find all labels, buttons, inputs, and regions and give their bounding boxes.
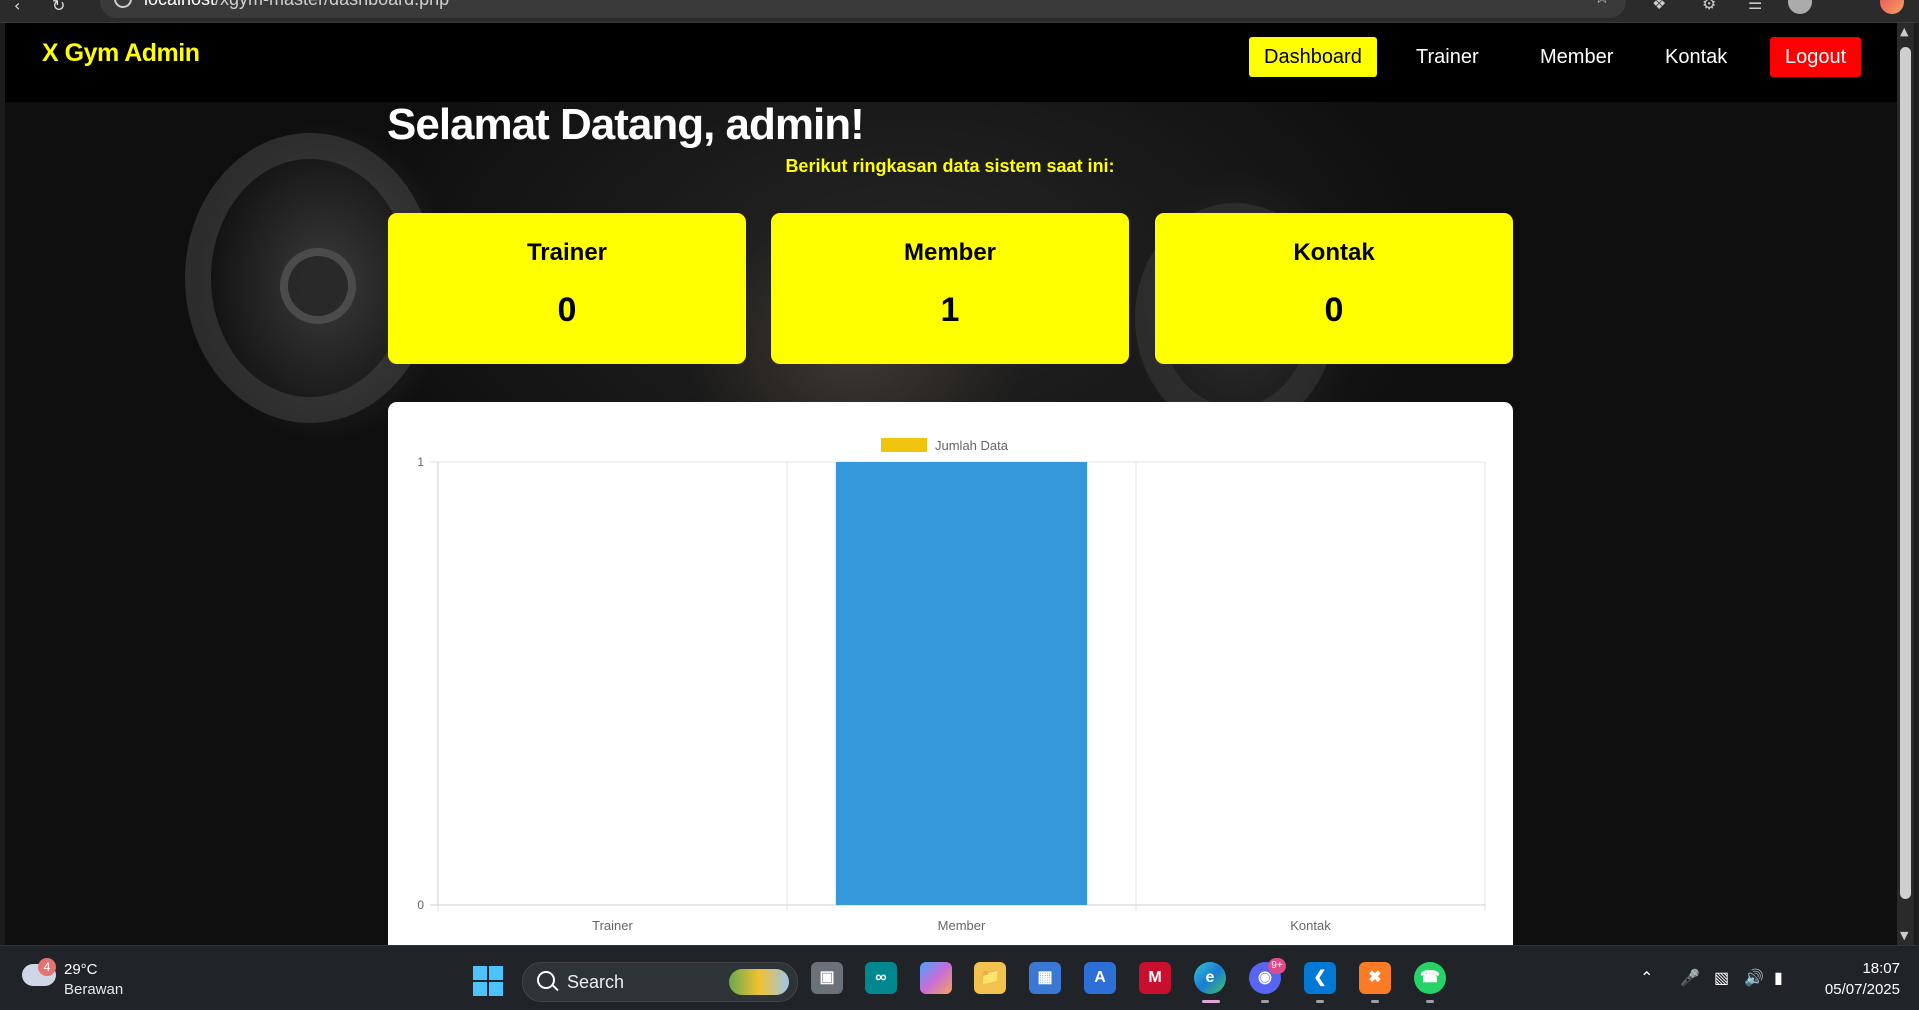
search-icon: [537, 971, 555, 989]
xampp-icon[interactable]: ✖: [1359, 962, 1391, 994]
top-navbar: X Gym Admin Dashboard Trainer Member Kon…: [5, 23, 1897, 102]
weather-desc[interactable]: Berawan: [64, 981, 123, 998]
y-tick-label: 1: [417, 455, 424, 469]
vscode-icon[interactable]: ❮: [1304, 962, 1336, 994]
edge-active-indicator: [1202, 1000, 1220, 1003]
search-highlight-icon: [729, 969, 789, 995]
mcafee-icon[interactable]: M: [1139, 962, 1171, 994]
site-info-icon[interactable]: [114, 0, 132, 8]
legend-label: Jumlah Data: [935, 438, 1009, 453]
welcome-heading: Selamat Datang, admin!: [387, 100, 865, 149]
nav-member[interactable]: Member: [1525, 37, 1628, 77]
vscode-running-indicator: [1316, 1000, 1324, 1003]
taskbar-search[interactable]: Search: [522, 962, 798, 1002]
card-kontak: Kontak 0: [1155, 213, 1513, 364]
favorites-icon[interactable]: ☰: [1748, 0, 1762, 13]
bar-member: [835, 462, 1088, 905]
bar-chart: 0 1 Trainer Member Kontak Jumlah Data: [417, 438, 1486, 933]
browser-toolbar: ‹ ↻ localhost/xgym-master/dashboard.php …: [0, 0, 1919, 23]
edge-browser-icon[interactable]: e: [1194, 962, 1226, 994]
tray-chevron-up-icon[interactable]: ⌃: [1640, 968, 1653, 988]
bookmark-star-icon[interactable]: ☆: [1594, 0, 1610, 12]
volume-icon[interactable]: 🔊: [1744, 968, 1764, 988]
scroll-down-icon[interactable]: ▼: [1900, 929, 1908, 942]
profile-avatar[interactable]: [1788, 0, 1812, 14]
weather-temp[interactable]: 29°C: [64, 961, 98, 978]
reload-icon[interactable]: ↻: [52, 0, 65, 15]
card-kontak-title: Kontak: [1293, 239, 1375, 266]
weather-badge: 4: [38, 958, 56, 976]
brand-title[interactable]: X Gym Admin: [42, 39, 200, 68]
task-view-icon[interactable]: ▣: [811, 962, 843, 994]
x-tick-label: Trainer: [592, 918, 633, 933]
windows-taskbar: 4 29°C Berawan Search ▣ ∞ 📁 ▦ A M e ◉ 9+…: [0, 945, 1919, 1010]
arduino-icon[interactable]: ∞: [865, 962, 897, 994]
y-tick-label: 0: [417, 898, 424, 912]
x-tick-label: Kontak: [1290, 918, 1331, 933]
copilot-app-icon[interactable]: [920, 962, 952, 994]
address-bar[interactable]: localhost/xgym-master/dashboard.php ☆: [100, 0, 1626, 18]
visual-studio-installer-icon[interactable]: A: [1084, 962, 1116, 994]
windows-start-icon[interactable]: [473, 966, 503, 996]
logout-button[interactable]: Logout: [1770, 37, 1862, 77]
battery-icon[interactable]: ▮: [1774, 968, 1783, 988]
scroll-up-icon[interactable]: ▲: [1900, 25, 1908, 38]
x-tick-label: Member: [938, 918, 986, 933]
page-viewport: X Gym Admin Dashboard Trainer Member Kon…: [5, 23, 1897, 945]
whatsapp-icon[interactable]: ☎: [1414, 962, 1446, 994]
summary-subtitle: Berikut ringkasan data sistem saat ini:: [785, 156, 1115, 176]
clock-time[interactable]: 18:07: [1820, 960, 1900, 977]
legend-swatch: [881, 438, 927, 452]
microphone-icon[interactable]: 🎤: [1680, 968, 1700, 988]
nav-kontak[interactable]: Kontak: [1650, 37, 1742, 77]
discord-notification-badge: 9+: [1268, 958, 1286, 974]
copilot-icon[interactable]: [1880, 0, 1904, 14]
xampp-running-indicator: [1371, 1000, 1379, 1003]
whatsapp-running-indicator: [1426, 1000, 1434, 1003]
back-icon[interactable]: ‹: [14, 0, 20, 15]
page-scrollbar[interactable]: ▲ ▼: [1897, 23, 1914, 945]
extensions-icon[interactable]: ❖: [1652, 0, 1666, 13]
scroll-thumb[interactable]: [1900, 47, 1911, 899]
nav-dashboard[interactable]: Dashboard: [1249, 37, 1377, 77]
nav-trainer[interactable]: Trainer: [1401, 37, 1494, 77]
collections-icon[interactable]: ⚙: [1702, 0, 1716, 13]
card-trainer-title: Trainer: [526, 239, 608, 266]
card-member: Member 1: [771, 213, 1129, 364]
url-host: localhost: [144, 0, 215, 9]
discord-running-indicator: [1261, 1000, 1269, 1003]
card-member-title: Member: [903, 239, 997, 266]
clock-date[interactable]: 05/07/2025: [1800, 981, 1900, 998]
url-path: /xgym-master/dashboard.php: [215, 0, 449, 9]
card-trainer: Trainer 0: [388, 213, 746, 364]
card-kontak-value: 0: [1324, 291, 1344, 329]
plate-hub: [280, 248, 356, 324]
card-trainer-value: 0: [557, 291, 577, 329]
microsoft-store-icon[interactable]: ▦: [1029, 962, 1061, 994]
file-explorer-icon[interactable]: 📁: [974, 962, 1006, 994]
search-label: Search: [567, 972, 625, 992]
network-icon[interactable]: ▧: [1714, 968, 1729, 988]
card-member-value: 1: [940, 291, 960, 329]
chart-panel: 0 1 Trainer Member Kontak Jumlah Data: [388, 402, 1513, 945]
